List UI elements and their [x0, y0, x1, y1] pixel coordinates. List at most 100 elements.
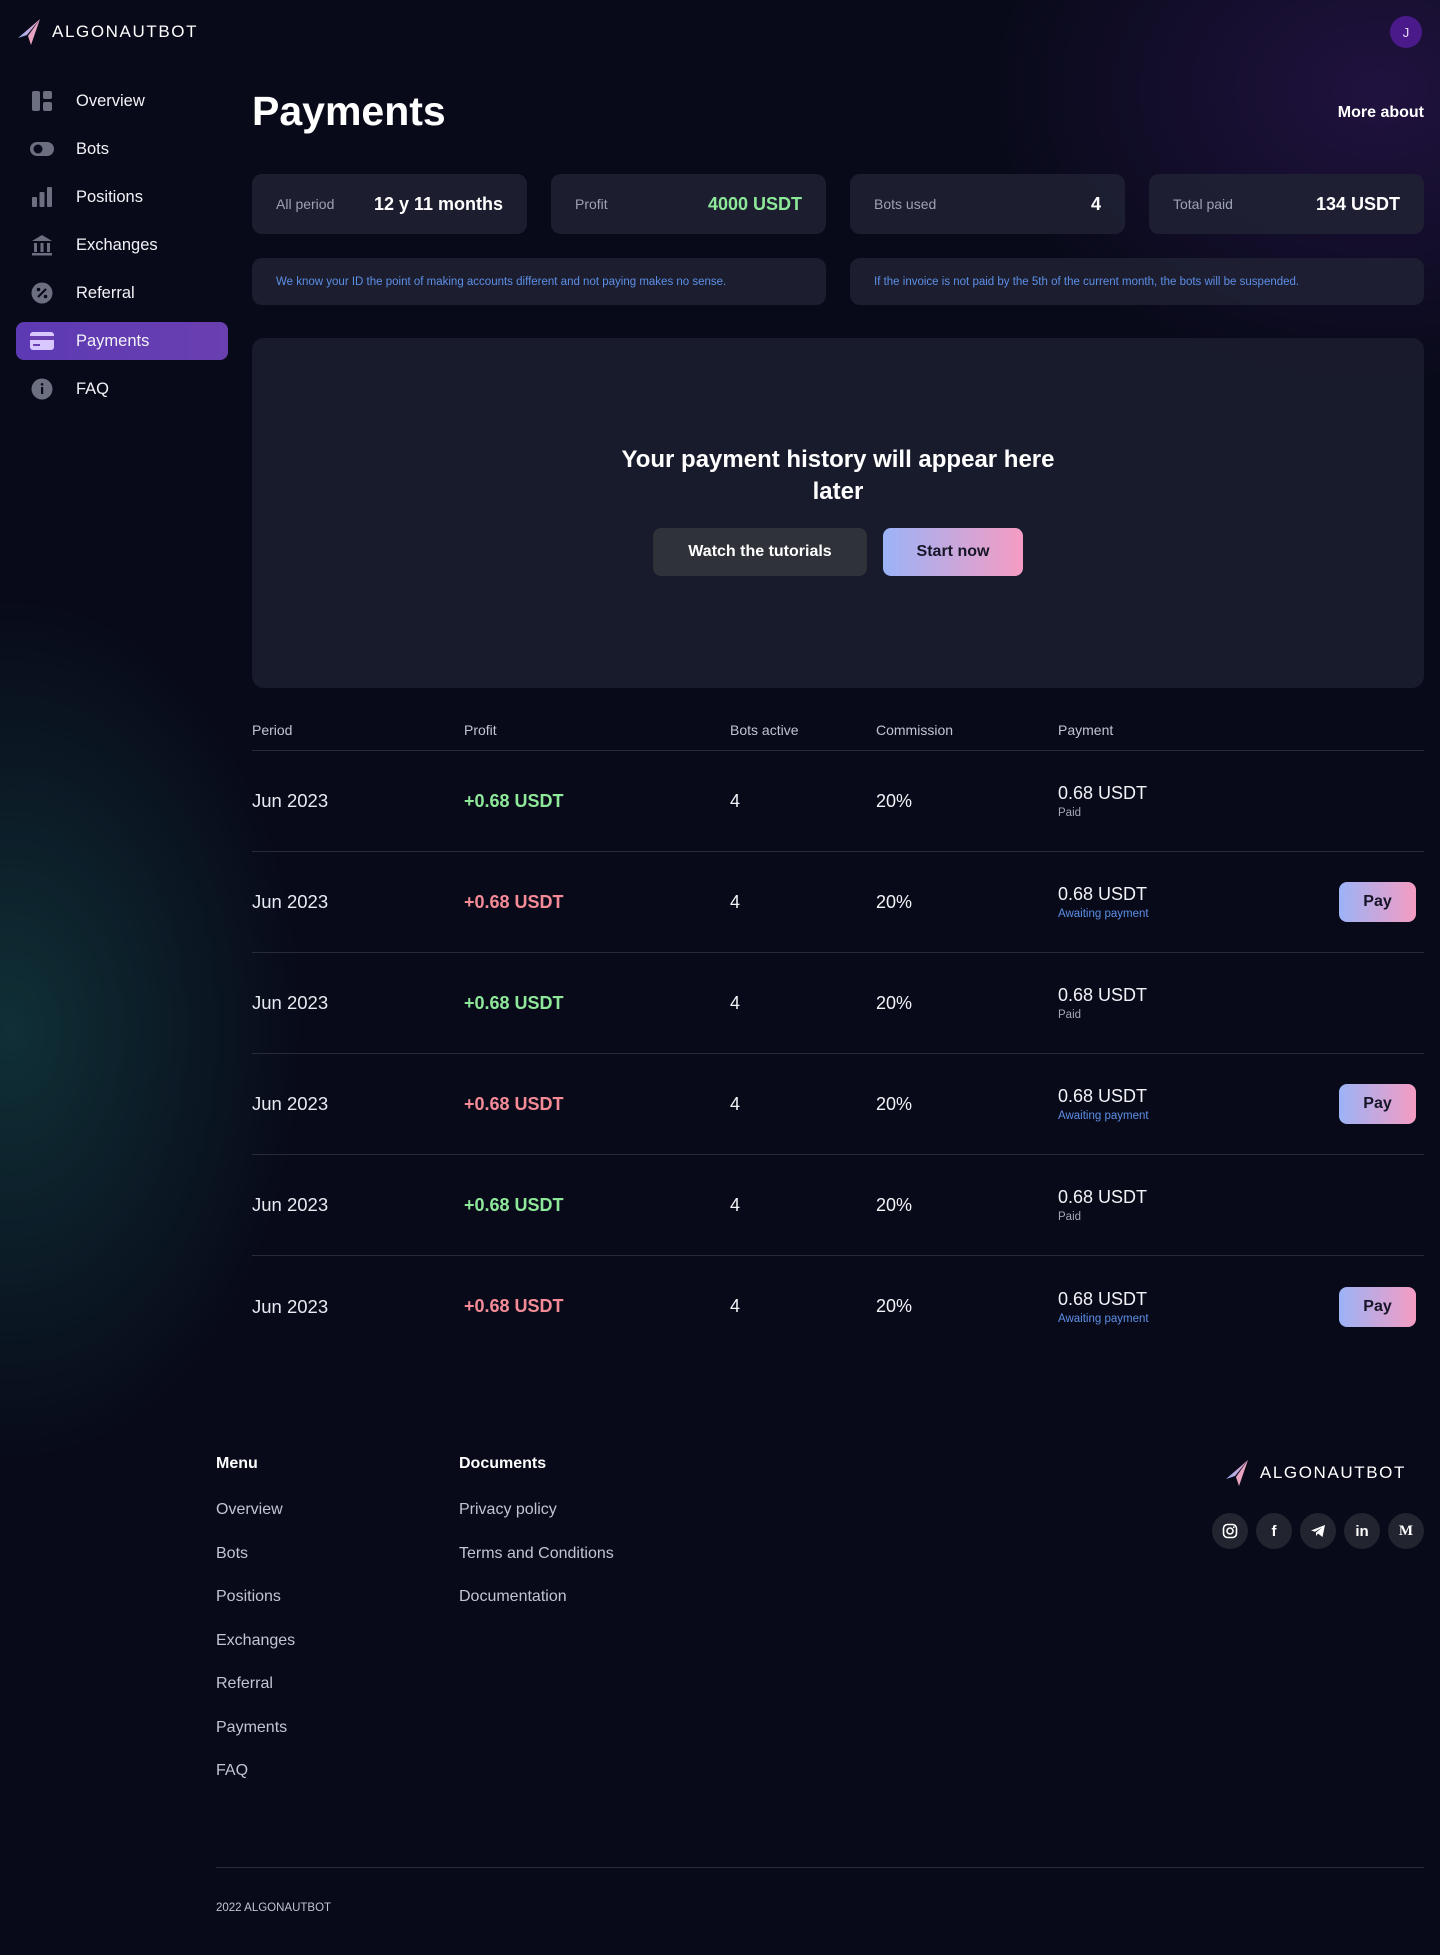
action-cell: Pay [1338, 882, 1424, 922]
footer-documents: Documents Privacy policy Terms and Condi… [459, 1455, 614, 1632]
percent-icon [30, 281, 54, 305]
stat-label: Total paid [1173, 196, 1233, 212]
facebook-icon[interactable]: f [1256, 1513, 1292, 1549]
commission-cell: 20% [876, 891, 913, 912]
action-cell: Pay [1338, 1084, 1424, 1124]
period-cell: Jun 2023 [252, 992, 329, 1013]
linkedin-icon[interactable]: in [1344, 1513, 1380, 1549]
sidebar-item-label: FAQ [76, 379, 110, 398]
notice-account-id: We know your ID the point of making acco… [252, 258, 826, 305]
stat-label: Bots used [874, 196, 937, 212]
action-cell: Pay [1338, 1286, 1424, 1327]
column-header-period: Period [252, 722, 293, 738]
payment-cell: 0.68 USDT Paid [1058, 783, 1338, 819]
footer-link-payments[interactable]: Payments [216, 1719, 295, 1737]
sidebar-item-label: Overview [76, 91, 145, 110]
payment-amount: 0.68 USDT [1058, 1086, 1148, 1106]
pay-button[interactable]: Pay [1339, 1286, 1416, 1327]
bank-icon [30, 233, 54, 257]
sidebar-item-label: Bots [76, 139, 110, 158]
profit-cell: +0.68 USDT [464, 1194, 564, 1215]
profit-cell: +0.68 USDT [464, 891, 564, 912]
rocket-logo-icon [1225, 1460, 1248, 1486]
bots-active-cell: 4 [730, 1194, 741, 1215]
notice-bar: We know your ID the point of making acco… [252, 258, 1424, 305]
commission-cell: 20% [876, 790, 913, 811]
table-header: Period Profit Bots active Commission Pay… [252, 722, 1424, 751]
payment-cell: 0.68 USDT Paid [1058, 1187, 1338, 1223]
brand-name: ALGONAUTBOT [52, 22, 199, 41]
empty-state-title: Your payment history will appear here la… [621, 446, 1055, 505]
footer-link-terms[interactable]: Terms and Conditions [459, 1545, 614, 1563]
footer-brand-logo[interactable]: ALGONAUTBOT [1224, 1459, 1406, 1487]
table-row: Jun 2023 +0.68 USDT 4 20% 0.68 USDT Paid [252, 1155, 1424, 1256]
period-cell: Jun 2023 [252, 1194, 329, 1215]
stat-profit: Profit 4000 USDT [551, 174, 826, 234]
footer-link-privacy-policy[interactable]: Privacy policy [459, 1501, 614, 1519]
payment-amount: 0.68 USDT [1058, 1187, 1148, 1207]
sidebar-item-referral[interactable]: Referral [16, 274, 228, 312]
footer-link-referral[interactable]: Referral [216, 1675, 295, 1693]
payment-amount: 0.68 USDT [1058, 884, 1148, 904]
footer-link-documentation[interactable]: Documentation [459, 1588, 614, 1606]
sidebar-item-exchanges[interactable]: Exchanges [16, 226, 228, 264]
period-cell: Jun 2023 [252, 790, 329, 811]
brand-logo[interactable]: ALGONAUTBOT [16, 18, 198, 46]
payment-status: Paid [1058, 807, 1082, 819]
sidebar-item-positions[interactable]: Positions [16, 178, 228, 216]
bots-active-cell: 4 [730, 891, 741, 912]
column-header-profit: Profit [464, 722, 497, 738]
telegram-icon[interactable] [1300, 1513, 1336, 1549]
medium-icon[interactable]: M [1388, 1513, 1424, 1549]
footer-divider [216, 1867, 1424, 1868]
footer-link-overview[interactable]: Overview [216, 1501, 295, 1519]
payment-cell: 0.68 USDT Paid [1058, 985, 1338, 1021]
profit-cell: +0.68 USDT [464, 790, 564, 811]
period-cell: Jun 2023 [252, 891, 329, 912]
credit-card-icon [30, 329, 54, 353]
notice-invoice: If the invoice is not paid by the 5th of… [850, 258, 1424, 305]
rocket-logo-icon [18, 19, 40, 45]
start-now-button[interactable]: Start now [883, 528, 1023, 576]
payment-status: Paid [1058, 1211, 1082, 1223]
pay-button[interactable]: Pay [1339, 1084, 1416, 1124]
footer-documents-heading: Documents [459, 1455, 547, 1472]
avatar[interactable]: J [1390, 16, 1422, 48]
stats-bar: All period 12 y 11 months Profit 4000 US… [252, 174, 1424, 234]
payment-status: Paid [1058, 1009, 1082, 1021]
footer-link-faq[interactable]: FAQ [216, 1762, 295, 1780]
column-header-payment: Payment [1058, 722, 1114, 738]
sidebar: Overview Bots Positions Exchanges Referr… [16, 82, 228, 418]
payment-status: Awaiting payment [1058, 908, 1149, 920]
footer-link-exchanges[interactable]: Exchanges [216, 1632, 295, 1650]
sidebar-item-overview[interactable]: Overview [16, 82, 228, 120]
sidebar-item-label: Exchanges [76, 235, 158, 254]
footer-link-positions[interactable]: Positions [216, 1588, 295, 1606]
footer-menu-heading: Menu [216, 1455, 258, 1472]
payment-status: Awaiting payment [1058, 1312, 1149, 1325]
copyright-text: 2022 ALGONAUTBOT [216, 1902, 332, 1914]
profit-cell: +0.68 USDT [464, 1093, 564, 1114]
pay-button[interactable]: Pay [1339, 882, 1416, 922]
dashboard-icon [30, 89, 54, 113]
sidebar-item-bots[interactable]: Bots [16, 130, 228, 168]
sidebar-item-label: Payments [76, 331, 150, 350]
stat-value: 12 y 11 months [373, 193, 503, 214]
sidebar-item-faq[interactable]: FAQ [16, 370, 228, 408]
table-row: Jun 2023 +0.68 USDT 4 20% 0.68 USDT Awai… [252, 852, 1424, 953]
instagram-icon[interactable] [1212, 1513, 1248, 1549]
watch-tutorials-button[interactable]: Watch the tutorials [653, 528, 867, 576]
commission-cell: 20% [876, 1194, 913, 1215]
period-cell: Jun 2023 [252, 1295, 329, 1317]
stat-value: 4000 USDT [707, 193, 802, 214]
payment-status: Awaiting payment [1058, 1110, 1149, 1122]
payment-amount: 0.68 USDT [1058, 985, 1148, 1005]
sidebar-item-payments[interactable]: Payments [16, 322, 228, 360]
payment-amount: 0.68 USDT [1058, 1288, 1148, 1309]
commission-cell: 20% [876, 1093, 913, 1114]
footer-link-bots[interactable]: Bots [216, 1545, 295, 1563]
more-about-link[interactable]: More about [1338, 104, 1424, 122]
stat-total-paid: Total paid 134 USDT [1149, 174, 1424, 234]
column-header-commission: Commission [876, 722, 954, 738]
info-icon [30, 377, 54, 401]
